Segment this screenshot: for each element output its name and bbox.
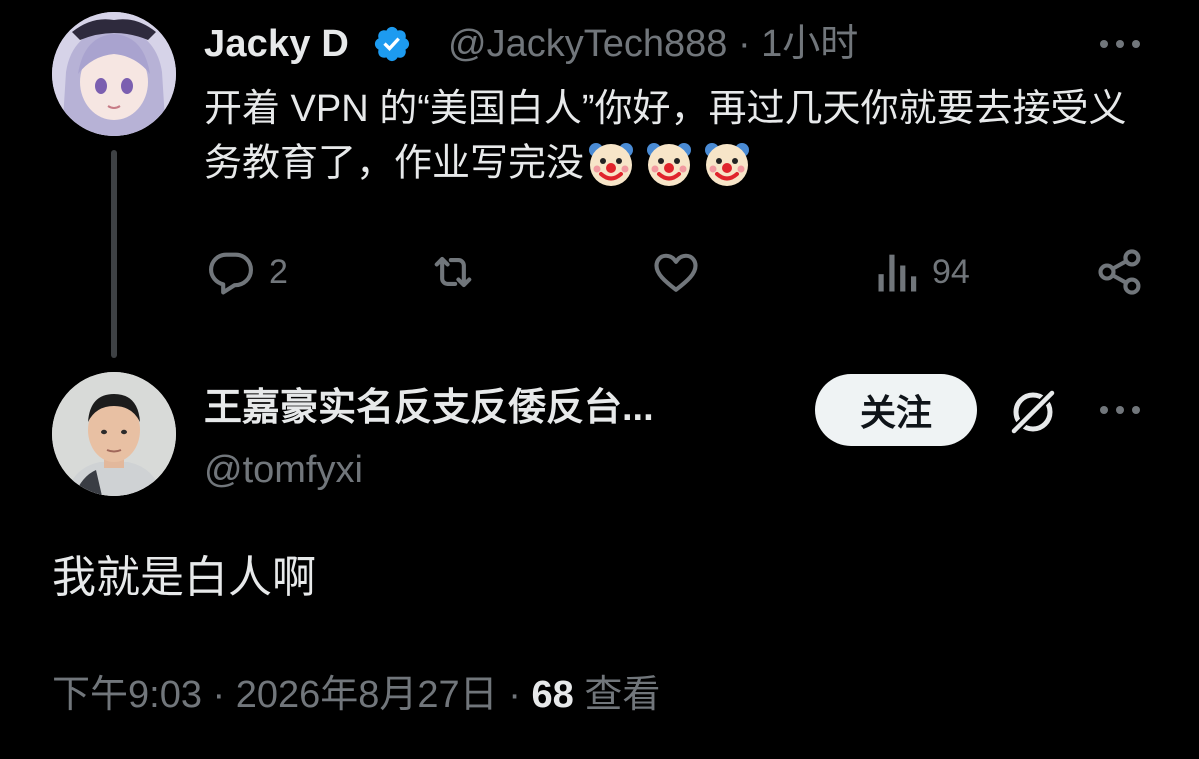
- author-name[interactable]: 王嘉豪实名反支反倭反台...: [204, 384, 654, 432]
- tweet-meta: @JackyTech888 · 1小时: [448, 20, 858, 68]
- repost-button[interactable]: [425, 246, 493, 298]
- author-handle[interactable]: @JackyTech888: [448, 23, 727, 65]
- author-handle[interactable]: @tomfyxi: [204, 446, 363, 494]
- time-ago[interactable]: 1小时: [761, 23, 858, 65]
- tweet-text: 我就是白人啊: [52, 553, 316, 602]
- follow-button[interactable]: 关注: [815, 374, 977, 446]
- like-button[interactable]: [650, 246, 714, 298]
- meta-separator: ·: [737, 23, 751, 65]
- avatar-photo-image: [52, 372, 176, 496]
- avatar[interactable]: [52, 12, 176, 136]
- avatar-anime-girl-image: [52, 12, 176, 136]
- more-options-icon[interactable]: [1096, 30, 1144, 58]
- reply-count: 2: [269, 252, 288, 291]
- reply-icon: [209, 252, 253, 295]
- views-count: 94: [932, 252, 970, 291]
- more-options-icon[interactable]: [1096, 396, 1144, 424]
- clown-face-icon: [584, 136, 638, 190]
- emoji-group: [584, 136, 758, 195]
- views-count: 68: [531, 674, 574, 716]
- clown-face-icon: [642, 136, 696, 190]
- tweet-text: 开着 VPN 的“美国白人”你好，再过几天你就要去接受义务教育了，作业写完没: [204, 82, 1164, 195]
- tweet-time[interactable]: 下午9:03: [52, 674, 202, 716]
- grok-icon[interactable]: [1006, 384, 1060, 438]
- thread-connector-line: [111, 150, 117, 358]
- tweet-footer: 下午9:03 · 2026年8月27日 · 68 查看: [52, 668, 660, 722]
- avatar[interactable]: [52, 372, 176, 496]
- views-bar-chart-icon: [878, 254, 917, 292]
- share-icon: [1098, 249, 1141, 295]
- tweet-date[interactable]: 2026年8月27日: [236, 674, 498, 716]
- repost-icon: [434, 256, 472, 288]
- verified-badge-icon: [372, 24, 412, 64]
- author-name[interactable]: Jacky D: [204, 20, 349, 68]
- views-label: 查看: [584, 674, 661, 716]
- reply-button[interactable]: 2: [205, 246, 288, 298]
- share-button[interactable]: [1094, 246, 1146, 298]
- footer-separator: ·: [508, 674, 521, 716]
- views-button[interactable]: 94: [876, 246, 970, 298]
- footer-separator: ·: [212, 674, 226, 716]
- heart-icon: [654, 253, 698, 292]
- clown-face-icon: [700, 136, 754, 190]
